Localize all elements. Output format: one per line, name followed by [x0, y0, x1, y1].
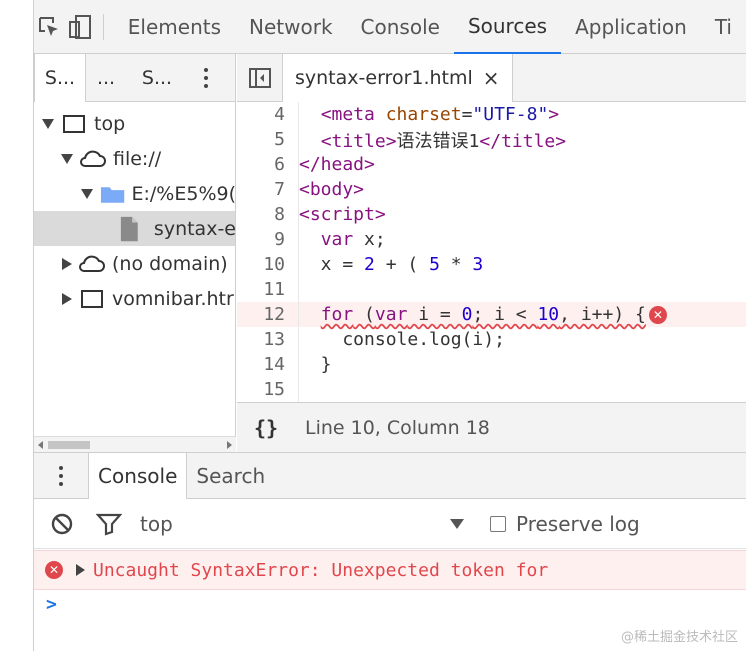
line-number: 5 [274, 129, 285, 150]
cloud-icon [79, 255, 105, 272]
file-tree: top file:// E:/%E5%9( syntax-e (no domai… [34, 102, 235, 442]
line-number: 15 [263, 379, 285, 400]
tree-item-label: vomnibar.htr [112, 287, 234, 310]
tab-sources[interactable]: Sources [453, 0, 562, 54]
navigator-horizontal-scrollbar[interactable] [34, 436, 236, 452]
tab-timeline-truncated[interactable]: Ti [701, 0, 746, 54]
error-badge-icon[interactable]: ✕ [648, 305, 667, 324]
tree-item-label: syntax-e [153, 217, 235, 240]
inspect-element-icon[interactable] [34, 0, 65, 54]
code-line: 6 </head> [237, 152, 746, 177]
clear-console-icon[interactable] [50, 512, 74, 536]
devtools-window: Elements Network Console Sources Applica… [0, 0, 746, 651]
tree-item-no-domain[interactable]: (no domain) [34, 246, 235, 281]
tab-application[interactable]: Application [561, 0, 701, 54]
cursor-position: Line 10, Column 18 [305, 416, 490, 439]
console-prompt[interactable]: > [46, 594, 57, 615]
tree-item-label: top [94, 112, 126, 135]
navigator-tabs: S... ... S... [34, 53, 235, 102]
code-line: 7 <body> [237, 177, 746, 202]
drawer-tab-search[interactable]: Search [187, 453, 274, 499]
line-number: 7 [274, 179, 285, 200]
file-tab-label: syntax-error1.html [295, 66, 473, 89]
line-number: 6 [274, 154, 285, 175]
tree-item-vomnibar[interactable]: vomnibar.htr [34, 281, 235, 316]
expand-arrow-icon[interactable] [80, 188, 93, 199]
code-line: 8 <script> [237, 202, 746, 227]
code-line: 4 <meta charset="UTF-8"> [237, 102, 746, 127]
tree-item-folder[interactable]: E:/%E5%9( [34, 176, 235, 211]
code-line: 13 console.log(i); [237, 327, 746, 352]
line-number: 10 [263, 254, 285, 275]
close-tab-icon[interactable]: × [483, 66, 500, 90]
expand-arrow-icon[interactable] [61, 153, 73, 164]
tree-item-file-selected[interactable]: syntax-e [34, 211, 235, 246]
expand-arrow-icon[interactable] [76, 564, 85, 576]
watermark: @稀土掘金技术社区 [620, 630, 738, 645]
line-number: 13 [263, 329, 285, 350]
code-area[interactable]: 4 <meta charset="UTF-8"> 5 <title>语法错误1<… [237, 102, 746, 402]
code-line: 15 [237, 377, 746, 402]
code-line: 11 [237, 277, 746, 302]
navigator-tab-filesystem[interactable]: ... [86, 54, 126, 102]
tree-item-file-origin[interactable]: file:// [34, 141, 235, 176]
toggle-navigator-icon[interactable] [237, 53, 283, 102]
line-number: 4 [274, 104, 285, 125]
folder-icon [101, 186, 125, 203]
context-selector[interactable]: top [140, 512, 450, 536]
editor-tabs: syntax-error1.html × [237, 53, 746, 102]
toolbar-separator [103, 13, 104, 40]
tab-console[interactable]: Console [347, 0, 454, 54]
drawer-tab-console[interactable]: Console [88, 452, 188, 499]
code-line: 5 <title>语法错误1</title> [237, 127, 746, 152]
sources-navigator: S... ... S... top file:// E:/%E5%9(synt… [34, 53, 236, 452]
line-number: 11 [263, 279, 285, 300]
editor-status-bar: {} Line 10, Column 18 [237, 402, 746, 452]
editor-file-tab[interactable]: syntax-error1.html × [283, 53, 513, 102]
collapse-arrow-icon[interactable] [62, 257, 72, 270]
device-toolbar-icon[interactable] [65, 0, 96, 54]
pretty-print-icon[interactable]: {} [237, 416, 295, 440]
code-line: 14 } [237, 352, 746, 377]
preserve-log-label: Preserve log [516, 511, 640, 536]
file-icon [121, 216, 139, 241]
line-number: 12 [263, 304, 285, 325]
navigator-more-icon[interactable] [196, 62, 216, 94]
drawer-more-icon[interactable] [34, 453, 88, 499]
tree-item-label: E:/%E5%9( [131, 182, 235, 205]
preserve-log-checkbox[interactable] [490, 515, 506, 532]
expand-arrow-icon[interactable] [42, 118, 54, 129]
tab-network[interactable]: Network [235, 0, 347, 54]
error-text: Uncaught SyntaxError: Unexpected token f… [93, 559, 549, 581]
code-line: 9 var x; [237, 227, 746, 252]
frame-icon [63, 114, 85, 133]
devtools-toolbar: Elements Network Console Sources Applica… [34, 0, 746, 54]
tree-item-label: (no domain) [112, 252, 228, 275]
filter-icon[interactable] [96, 512, 122, 536]
console-error-message[interactable]: ✕ Uncaught SyntaxError: Unexpected token… [34, 550, 746, 590]
tree-item-label: file:// [113, 147, 162, 170]
source-editor: syntax-error1.html × 4 <meta charset="UT… [237, 53, 746, 452]
code-line: 10 x = 2 + ( 5 * 3 [237, 252, 746, 277]
drawer-tabs: Console Search [34, 452, 746, 499]
line-number: 14 [263, 354, 285, 375]
frame-icon [81, 289, 103, 308]
page-edge [0, 0, 34, 651]
line-number: 8 [274, 204, 285, 225]
tree-item-top[interactable]: top [34, 106, 235, 141]
collapse-arrow-icon[interactable] [62, 292, 72, 305]
error-icon: ✕ [45, 561, 63, 579]
navigator-tab-sources[interactable]: S... [34, 53, 86, 102]
navigator-tab-snippets[interactable]: S... [126, 54, 188, 102]
line-number: 9 [274, 229, 285, 250]
chevron-down-icon[interactable] [450, 518, 464, 529]
cloud-icon [80, 150, 106, 167]
tab-elements[interactable]: Elements [114, 0, 235, 54]
console-toolbar: top Preserve log [34, 499, 746, 549]
code-line-error: 12 for (var i = 0; i < 10, i++) {✕ [237, 302, 746, 327]
